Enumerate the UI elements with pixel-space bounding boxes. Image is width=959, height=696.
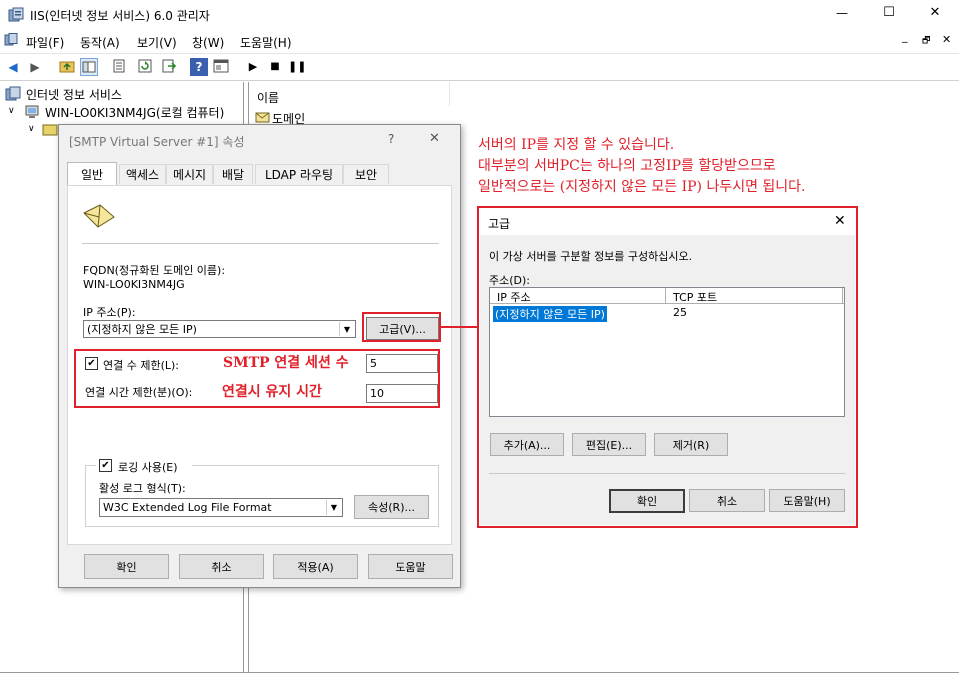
ip-address-select[interactable]: (지정하지 않은 모든 IP) ▼ xyxy=(83,320,356,338)
console-icon[interactable] xyxy=(212,58,230,76)
title-bar: IIS(인터넷 정보 서비스) 6.0 관리자 — ☐ ✕ xyxy=(0,0,959,30)
advanced-ok-button[interactable]: 확인 xyxy=(609,489,685,513)
dropdown-arrow-icon[interactable]: ▼ xyxy=(326,500,341,515)
edit-button[interactable]: 편집(E)... xyxy=(572,433,646,456)
address-list[interactable]: IP 주소 TCP 포트 (지정하지 않은 모든 IP) 25 xyxy=(489,287,845,417)
col-port-header[interactable]: TCP 포트 xyxy=(673,289,717,305)
column-divider[interactable] xyxy=(449,82,450,106)
show-tree-icon[interactable] xyxy=(80,58,98,76)
maximize-button[interactable]: ☐ xyxy=(874,5,904,20)
advanced-highlight-box xyxy=(362,312,441,342)
menu-file[interactable]: 파일(F) xyxy=(26,34,64,51)
advanced-description: 이 가상 서버를 구분할 정보를 구성하십시오. xyxy=(489,250,693,263)
smtp-sessions-annotation: SMTP 연결 세션 수 xyxy=(223,355,349,371)
name-column-header[interactable]: 이름 xyxy=(257,89,279,106)
fqdn-value: WIN-LO0KI3NM4JG xyxy=(83,278,185,291)
header-separator xyxy=(82,243,439,244)
col-ip-header[interactable]: IP 주소 xyxy=(497,289,531,305)
remove-button[interactable]: 제거(R) xyxy=(654,433,728,456)
log-format-label: 활성 로그 형식(T): xyxy=(99,482,186,495)
ip-address-value: (지정하지 않은 모든 IP) xyxy=(87,323,197,336)
mdi-close-button[interactable]: ✕ xyxy=(942,33,951,46)
domain-icon xyxy=(255,110,271,124)
tab-general[interactable]: 일반 xyxy=(67,162,117,186)
menu-window[interactable]: 창(W) xyxy=(192,34,224,51)
menu-bar: 파일(F) 동작(A) 보기(V) 창(W) 도움말(H) _ 🗗 ✕ xyxy=(0,30,959,52)
pause-icon[interactable]: ❚❚ xyxy=(288,58,306,76)
connector-line xyxy=(441,326,479,328)
row-port-cell: 25 xyxy=(673,306,687,319)
tab-messages[interactable]: 메시지 xyxy=(166,164,213,184)
ip-note-line1: 서버의 IP를 지정 할 수 있습니다. xyxy=(478,137,675,153)
address-label: 주소(D): xyxy=(489,274,530,287)
back-icon[interactable]: ◀ xyxy=(4,58,22,76)
tree-root-label[interactable]: 인터넷 정보 서비스 xyxy=(26,86,122,103)
ip-note-line2: 대부분의 서버PC는 하나의 고정IP를 할당받으므로 xyxy=(478,158,776,174)
ip-address-label: IP 주소(P): xyxy=(83,306,136,319)
dialog-close-button[interactable]: ✕ xyxy=(429,131,440,146)
up-folder-icon[interactable] xyxy=(58,58,76,76)
tab-delivery[interactable]: 배달 xyxy=(213,164,253,184)
ok-button[interactable]: 확인 xyxy=(84,554,169,579)
console-menu-icon[interactable] xyxy=(4,33,18,47)
iis-root-icon xyxy=(5,86,21,102)
help-button[interactable]: 도움말 xyxy=(368,554,453,579)
dropdown-arrow-icon[interactable]: ▼ xyxy=(339,322,354,336)
table-row[interactable]: (지정하지 않은 모든 IP) 25 xyxy=(491,306,841,322)
menu-view[interactable]: 보기(V) xyxy=(137,34,177,51)
iis-app-icon xyxy=(8,7,24,23)
server-icon xyxy=(24,104,40,120)
advanced-dialog: 고급 ✕ 이 가상 서버를 구분할 정보를 구성하십시오. 주소(D): IP … xyxy=(480,209,855,525)
tab-security[interactable]: 보안 xyxy=(343,164,389,184)
enable-logging-label: 로깅 사용(E) xyxy=(118,461,178,474)
menu-action[interactable]: 동작(A) xyxy=(80,34,120,51)
tab-strip: 일반 액세스 메시지 배달 LDAP 라우팅 보안 xyxy=(67,162,447,186)
stop-icon[interactable]: ■ xyxy=(266,58,284,76)
expand-chevron-icon[interactable]: ∨ xyxy=(28,124,35,134)
advanced-title-bar xyxy=(480,209,855,235)
mdi-restore-button[interactable]: 🗗 xyxy=(922,33,930,49)
menu-help[interactable]: 도움말(H) xyxy=(240,34,292,51)
dialog-help-button[interactable]: ? xyxy=(388,132,394,146)
footer-separator xyxy=(489,473,845,474)
ip-note-line3: 일반적으로는 (지정하지 않은 모든 IP) 나두시면 됩니다. xyxy=(478,179,806,195)
play-icon[interactable]: ▶ xyxy=(244,58,262,76)
status-bar xyxy=(0,672,959,696)
properties-icon[interactable] xyxy=(110,58,128,76)
enable-logging-checkbox[interactable]: ✔ xyxy=(99,459,112,472)
minimize-button[interactable]: — xyxy=(827,6,857,20)
help-icon[interactable]: ? xyxy=(190,58,208,76)
col-divider[interactable] xyxy=(665,288,666,304)
log-format-value: W3C Extended Log File Format xyxy=(103,501,272,514)
close-button[interactable]: ✕ xyxy=(920,5,950,20)
row-ip-cell: (지정하지 않은 모든 IP) xyxy=(493,306,607,322)
col-divider[interactable] xyxy=(842,288,843,304)
dialog-title: [SMTP Virtual Server #1] 속성 xyxy=(69,135,245,149)
window-title: IIS(인터넷 정보 서비스) 6.0 관리자 xyxy=(30,9,210,23)
smtp-folder-icon xyxy=(42,122,58,136)
cancel-button[interactable]: 취소 xyxy=(179,554,264,579)
expand-chevron-icon[interactable]: ∨ xyxy=(8,106,15,116)
mdi-minimize-button[interactable]: _ xyxy=(902,30,908,43)
advanced-title: 고급 xyxy=(488,217,511,231)
log-format-select[interactable]: W3C Extended Log File Format ▼ xyxy=(99,498,343,517)
advanced-close-button[interactable]: ✕ xyxy=(834,213,846,229)
apply-button[interactable]: 적용(A) xyxy=(273,554,358,579)
log-properties-button[interactable]: 속성(R)... xyxy=(354,495,429,519)
advanced-cancel-button[interactable]: 취소 xyxy=(689,489,765,512)
advanced-help-button[interactable]: 도움말(H) xyxy=(769,489,845,512)
smtp-server-icon xyxy=(82,203,116,229)
refresh-icon[interactable] xyxy=(136,58,154,76)
tree-server-label[interactable]: WIN-LO0KI3NM4JG(로컬 컴퓨터) xyxy=(45,104,224,121)
tab-access[interactable]: 액세스 xyxy=(119,164,166,184)
list-header: IP 주소 TCP 포트 xyxy=(490,288,844,304)
fqdn-label: FQDN(정규화된 도메인 이름): xyxy=(83,264,226,277)
tab-ldap-routing[interactable]: LDAP 라우팅 xyxy=(255,164,343,184)
keep-alive-annotation: 연결시 유지 시간 xyxy=(222,384,322,400)
add-button[interactable]: 추가(A)... xyxy=(490,433,564,456)
forward-icon[interactable]: ▶ xyxy=(26,58,44,76)
export-icon[interactable] xyxy=(160,58,178,76)
